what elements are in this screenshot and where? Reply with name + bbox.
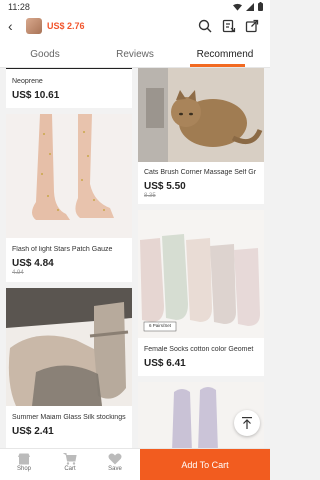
product-image: 6 Pairs/Set xyxy=(138,210,264,338)
product-thumbnail xyxy=(26,18,42,34)
product-price: US$ 5.50 xyxy=(144,181,186,192)
battery-icon xyxy=(258,2,263,11)
product-title: Flash of light Stars Patch Gauze xyxy=(12,246,113,253)
shop-icon xyxy=(18,453,30,465)
product-title: Neoprene xyxy=(12,78,43,85)
status-icons xyxy=(233,2,263,11)
tab-reviews[interactable]: Reviews xyxy=(90,49,180,60)
product-image xyxy=(6,288,132,406)
shop-button[interactable]: Shop xyxy=(9,453,39,472)
product-old-price: 8.35 xyxy=(144,193,156,199)
header-price: US$ 2.76 xyxy=(47,21,85,31)
bottom-action-bar: Shop Cart Save Add To Cart xyxy=(0,448,270,480)
product-title: Cats Brush Corner Massage Self Gr xyxy=(144,169,257,176)
add-to-cart-button[interactable]: Add To Cart xyxy=(140,449,270,480)
product-card[interactable]: Flash of light Stars Patch Gauze US$ 4.8… xyxy=(6,114,132,282)
scroll-to-top-button[interactable] xyxy=(234,410,260,436)
product-tabs: Goods Reviews Recommend xyxy=(0,38,270,68)
arrow-up-icon xyxy=(242,417,252,429)
product-price: US$ 6.41 xyxy=(144,358,186,369)
product-card[interactable]: Cats Brush Corner Massage Self Gr US$ 5.… xyxy=(138,68,264,204)
recommend-grid: Neoprene US$ 10.61 Cats Brush Corner Mas… xyxy=(0,68,270,448)
product-card[interactable]: Summer Maiam Glass Silk stockings US$ 2.… xyxy=(6,288,132,448)
save-button[interactable]: Save xyxy=(100,453,130,472)
shop-label: Shop xyxy=(16,466,31,472)
product-header: ‹ US$ 2.76 xyxy=(0,16,270,38)
product-title: Summer Maiam Glass Silk stockings xyxy=(12,414,126,421)
product-image-edge xyxy=(6,68,132,69)
product-image xyxy=(6,114,132,238)
signal-icon xyxy=(246,2,254,11)
product-title: Female Socks cotton color Geomet xyxy=(144,346,254,353)
cart-button[interactable]: Cart xyxy=(55,453,85,472)
status-bar: 11:28 xyxy=(0,0,270,16)
product-price: US$ 10.61 xyxy=(12,90,60,101)
product-card[interactable]: Neoprene US$ 10.61 xyxy=(6,68,132,108)
product-price: US$ 2.41 xyxy=(12,426,54,437)
favorite-list-icon[interactable] xyxy=(222,19,236,33)
tab-goods[interactable]: Goods xyxy=(0,49,90,60)
status-time: 11:28 xyxy=(8,2,30,12)
product-image xyxy=(138,68,264,162)
tab-recommend[interactable]: Recommend xyxy=(180,49,270,60)
heart-icon xyxy=(108,453,122,465)
product-old-price: 4.94 xyxy=(12,270,24,276)
product-price: US$ 4.84 xyxy=(12,258,54,269)
share-icon[interactable] xyxy=(245,19,259,33)
cart-icon xyxy=(63,453,77,465)
search-icon[interactable] xyxy=(198,19,212,33)
cart-label: Cart xyxy=(64,466,76,472)
wifi-icon xyxy=(233,3,242,11)
chevron-left-icon[interactable]: ‹ xyxy=(8,19,13,33)
product-card[interactable]: 6 Pairs/Set Female Socks cotton color Ge… xyxy=(138,210,264,376)
pack-size-tag: 6 Pairs/Set xyxy=(148,323,171,328)
save-label: Save xyxy=(108,466,122,472)
active-tab-indicator xyxy=(190,64,245,67)
